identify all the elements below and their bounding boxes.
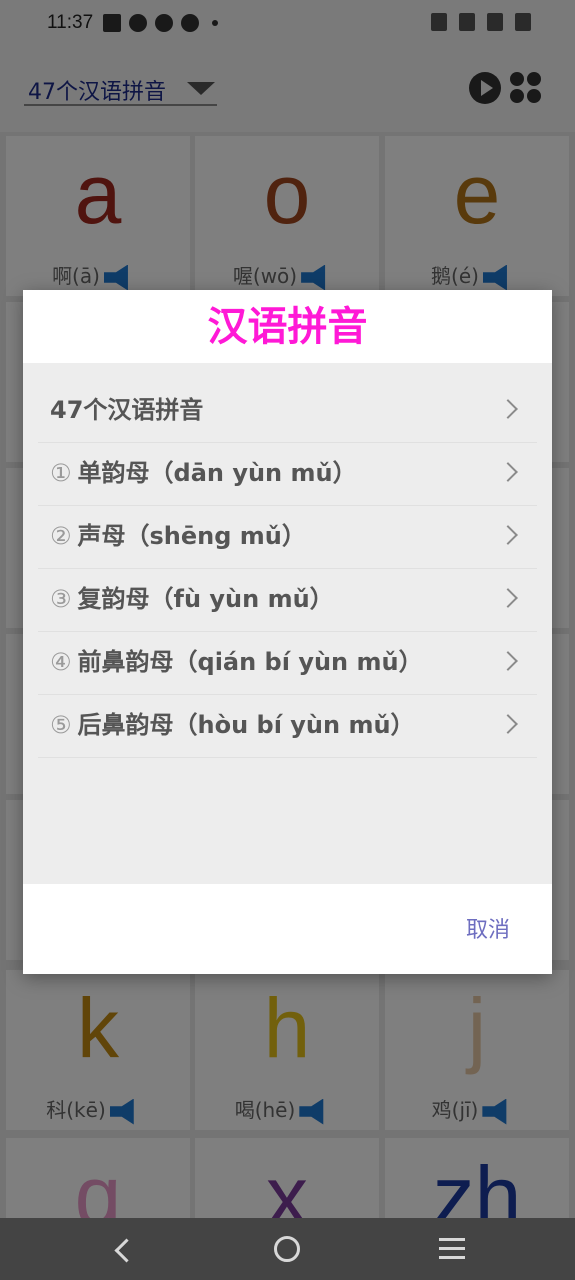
list-item-text: 复韵母（fù yùn mǔ） xyxy=(77,585,334,613)
list-item-text: 单韵母（dān yùn mǔ） xyxy=(77,459,357,487)
list-item-number: ② xyxy=(50,522,72,550)
chevron-right-icon xyxy=(498,714,518,734)
chevron-right-icon xyxy=(498,525,518,545)
chevron-right-icon xyxy=(498,588,518,608)
list-item-compound-finals[interactable]: ③ 复韵母（fù yùn mǔ） xyxy=(38,569,537,632)
dialog-title: 汉语拼音 xyxy=(207,304,368,350)
list-item-text: 前鼻韵母（qián bí yùn mǔ） xyxy=(77,648,423,676)
list-item-number: ① xyxy=(50,459,72,487)
home-icon[interactable] xyxy=(274,1236,300,1262)
category-list: 47个汉语拼音 ① 单韵母（dān yùn mǔ） ② 声母（shēng mǔ） ③… xyxy=(38,380,537,758)
list-item-all[interactable]: 47个汉语拼音 xyxy=(38,380,537,443)
list-item-label: ⑤ 后鼻韵母（hòu bí yùn mǔ） xyxy=(50,709,415,741)
chevron-right-icon xyxy=(498,651,518,671)
list-item-text: 声母（shēng mǔ） xyxy=(77,522,306,550)
list-item-label: ① 单韵母（dān yùn mǔ） xyxy=(50,457,357,489)
navigation-bar xyxy=(0,1218,575,1280)
recents-icon[interactable] xyxy=(439,1238,465,1260)
list-item-text: 47个汉语拼音 xyxy=(50,396,204,424)
cancel-button[interactable]: 取消 xyxy=(466,912,510,944)
list-item-front-nasal-finals[interactable]: ④ 前鼻韵母（qián bí yùn mǔ） xyxy=(38,632,537,695)
list-item-label: ④ 前鼻韵母（qián bí yùn mǔ） xyxy=(50,646,423,678)
list-item-number: ④ xyxy=(50,648,72,676)
chevron-right-icon xyxy=(498,399,518,419)
category-dialog: 汉语拼音 47个汉语拼音 ① 单韵母（dān yùn mǔ） ② 声母（shēng … xyxy=(23,290,552,974)
list-item-label: 47个汉语拼音 xyxy=(50,394,203,426)
list-item-simple-finals[interactable]: ① 单韵母（dān yùn mǔ） xyxy=(38,443,537,506)
list-item-label: ② 声母（shēng mǔ） xyxy=(50,520,306,552)
dialog-footer: 取消 xyxy=(23,884,552,974)
list-item-number: ③ xyxy=(50,585,72,613)
list-item-number: ⑤ xyxy=(50,711,72,739)
list-item-initials[interactable]: ② 声母（shēng mǔ） xyxy=(38,506,537,569)
list-item-text: 后鼻韵母（hòu bí yùn mǔ） xyxy=(77,711,415,739)
list-item-label: ③ 复韵母（fù yùn mǔ） xyxy=(50,583,334,615)
back-icon[interactable] xyxy=(112,1236,132,1262)
list-item-back-nasal-finals[interactable]: ⑤ 后鼻韵母（hòu bí yùn mǔ） xyxy=(38,695,537,758)
dialog-header: 汉语拼音 xyxy=(23,290,552,363)
chevron-right-icon xyxy=(498,462,518,482)
